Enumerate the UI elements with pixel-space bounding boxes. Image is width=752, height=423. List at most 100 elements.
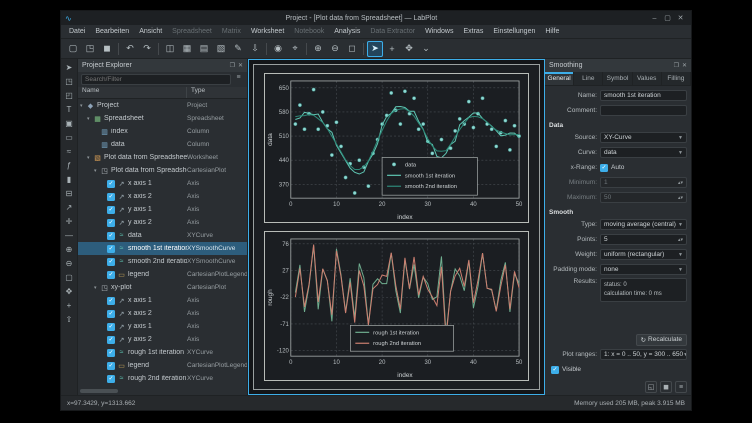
tree-row-data-column[interactable]: ▥dataColumn [78, 138, 247, 151]
add-custom-point-icon[interactable]: ✛ [62, 215, 76, 228]
weight-select[interactable]: uniform (rectangular)▼ [600, 249, 687, 260]
tree-row-plot-data-from-spreadsheet-cartesianplot[interactable]: ▾◳Plot data from SpreadsheetCartesianPlo… [78, 164, 247, 177]
tree-row-spreadsheet-spreadsheet[interactable]: ▾▦SpreadsheetSpreadsheet [78, 112, 247, 125]
save-template-icon[interactable]: ◼ [660, 381, 672, 393]
menu-ansicht[interactable]: Ansicht [134, 28, 167, 35]
tree-row-data-xycurve[interactable]: ✓≈dataXYCurve [78, 229, 247, 242]
tree-row-x-axis-1-axis[interactable]: ✓↗x axis 1Axis [78, 177, 247, 190]
visibility-checkbox[interactable]: ✓ [107, 362, 115, 370]
padding-mode-select[interactable]: none▼ [600, 264, 687, 275]
menu-data-extractor[interactable]: Data Extractor [365, 28, 420, 35]
type-select[interactable]: moving average (central)▼ [600, 219, 687, 230]
plot-bottom-svg[interactable]: 7627-22-71-12001020304050indexroughrough… [265, 232, 528, 380]
zoom-out-tool-icon[interactable]: ⊖ [62, 257, 76, 270]
menu-notebook[interactable]: Notebook [289, 28, 329, 35]
new-notebook-icon[interactable]: ✎ [230, 41, 246, 57]
more-options-icon[interactable]: ⌄ [418, 41, 434, 57]
scrollbar-thumb[interactable] [80, 389, 118, 393]
export-tool-icon[interactable]: ⇧ [62, 313, 76, 326]
visibility-checkbox[interactable]: ✓ [107, 180, 115, 188]
tree-row-index-column[interactable]: ▥indexColumn [78, 125, 247, 138]
new-worksheet-icon[interactable]: ▧ [213, 41, 229, 57]
visibility-checkbox[interactable]: ✓ [107, 206, 115, 214]
curve-select[interactable]: data▼ [600, 147, 687, 158]
visibility-checkbox[interactable]: ✓ [107, 375, 115, 383]
maximize-icon[interactable]: ▢ [661, 14, 674, 22]
auto-range-checkbox[interactable]: ✓ [600, 164, 608, 172]
float-dock-icon[interactable]: ❐ [674, 62, 679, 69]
menu-einstellungen[interactable]: Einstellungen [488, 28, 540, 35]
tree-hscrollbar[interactable] [78, 388, 247, 395]
new-project-icon[interactable]: ▢ [65, 41, 81, 57]
zoom-in-icon[interactable]: ⊕ [310, 41, 326, 57]
add-legend-icon[interactable]: ▭ [62, 131, 76, 144]
add-cartesian-plot-icon[interactable]: ◳ [62, 75, 76, 88]
worksheet-view[interactable]: 65058051044037001020304050indexdatadatas… [248, 59, 545, 395]
visibility-checkbox[interactable]: ✓ [107, 271, 115, 279]
close-dock-icon[interactable]: ✕ [682, 62, 687, 69]
close-dock-icon[interactable]: ✕ [238, 62, 243, 69]
name-input[interactable] [600, 90, 687, 101]
tree-column-headers[interactable]: Name Type [78, 87, 247, 99]
zoom-fit-tool-icon[interactable]: ▢ [62, 271, 76, 284]
add-axis-icon[interactable]: ↗ [62, 201, 76, 214]
add-curve-icon[interactable]: ≈ [62, 145, 76, 158]
zoom-in-tool-icon[interactable]: ⊕ [62, 243, 76, 256]
column-header-type[interactable]: Type [187, 87, 247, 98]
template-menu-icon[interactable]: ≡ [675, 381, 687, 393]
tree-row-y-axis-1-axis[interactable]: ✓↗y axis 1Axis [78, 320, 247, 333]
tab-line[interactable]: Line [574, 72, 603, 85]
zoom-out-icon[interactable]: ⊖ [327, 41, 343, 57]
visibility-checkbox[interactable]: ✓ [107, 349, 115, 357]
add-text-label-icon[interactable]: T [62, 103, 76, 116]
tree-row-y-axis-1-axis[interactable]: ✓↗y axis 1Axis [78, 203, 247, 216]
float-dock-icon[interactable]: ❐ [230, 62, 235, 69]
visibility-checkbox[interactable]: ✓ [107, 219, 115, 227]
new-workbook-icon[interactable]: ◫ [162, 41, 178, 57]
tree-row-plot-data-from-spreadsheet-worksheet[interactable]: ▾▧Plot data from SpreadsheetWorksheet [78, 151, 247, 164]
tree-row-xy-plot-cartesianplot[interactable]: ▾◳xy-plotCartesianPlot [78, 281, 247, 294]
new-datapicker-icon[interactable]: ⌖ [287, 41, 303, 57]
spin-icons[interactable]: ▴▾ [678, 195, 683, 201]
visibility-checkbox[interactable]: ✓ [107, 323, 115, 331]
visibility-checkbox[interactable]: ✓ [107, 258, 115, 266]
worksheet-page[interactable]: 65058051044037001020304050indexdatadatas… [253, 64, 540, 390]
tab-values[interactable]: Values [633, 72, 662, 85]
add-equation-curve-icon[interactable]: ƒ [62, 159, 76, 172]
plot-top-svg[interactable]: 65058051044037001020304050indexdatadatas… [265, 74, 528, 222]
menu-matrix[interactable]: Matrix [217, 28, 246, 35]
minimize-icon[interactable]: – [648, 15, 661, 22]
visibility-checkbox[interactable]: ✓ [107, 336, 115, 344]
menu-windows[interactable]: Windows [420, 28, 458, 35]
add-reference-line-icon[interactable]: ― [62, 229, 76, 242]
new-spreadsheet-icon[interactable]: ▦ [179, 41, 195, 57]
column-header-name[interactable]: Name [78, 87, 187, 98]
new-matrix-icon[interactable]: ▤ [196, 41, 212, 57]
menu-hilfe[interactable]: Hilfe [540, 28, 564, 35]
minimum-input[interactable]: 1▴▾ [600, 177, 687, 188]
crosshair-mode-icon[interactable]: + [384, 41, 400, 57]
tab-symbol[interactable]: Symbol [603, 72, 632, 85]
tree-row-project-project[interactable]: ▾◆ProjectProject [78, 99, 247, 112]
comment-input[interactable] [600, 105, 687, 116]
menu-extras[interactable]: Extras [458, 28, 488, 35]
new-live-data-source-icon[interactable]: ◉ [270, 41, 286, 57]
visibility-checkbox[interactable]: ✓ [107, 232, 115, 240]
menu-datei[interactable]: Datei [64, 28, 90, 35]
spin-icons[interactable]: ▴▾ [678, 237, 683, 243]
add-plot-template-icon[interactable]: ◰ [62, 89, 76, 102]
properties-header[interactable]: Smoothing ❐ ✕ [545, 59, 691, 72]
tree-row-rough-1st-iteration-xycurve[interactable]: ✓≈rough 1st iterationXYCurve [78, 346, 247, 359]
visibility-checkbox[interactable]: ✓ [107, 245, 115, 253]
import-data-icon[interactable]: ⇩ [247, 41, 263, 57]
tree-row-x-axis-2-axis[interactable]: ✓↗x axis 2Axis [78, 190, 247, 203]
cursor-tool-icon[interactable]: + [62, 299, 76, 312]
project-explorer-header[interactable]: Project Explorer ❐ ✕ [78, 59, 247, 72]
menu-worksheet[interactable]: Worksheet [246, 28, 289, 35]
open-project-icon[interactable]: ◳ [82, 41, 98, 57]
tree-row-y-axis-2-axis[interactable]: ✓↗y axis 2Axis [78, 216, 247, 229]
zoom-fit-icon[interactable]: ◻ [344, 41, 360, 57]
select-mode-icon[interactable]: ➤ [367, 41, 383, 57]
search-input[interactable] [81, 74, 231, 85]
visibility-checkbox[interactable]: ✓ [107, 297, 115, 305]
